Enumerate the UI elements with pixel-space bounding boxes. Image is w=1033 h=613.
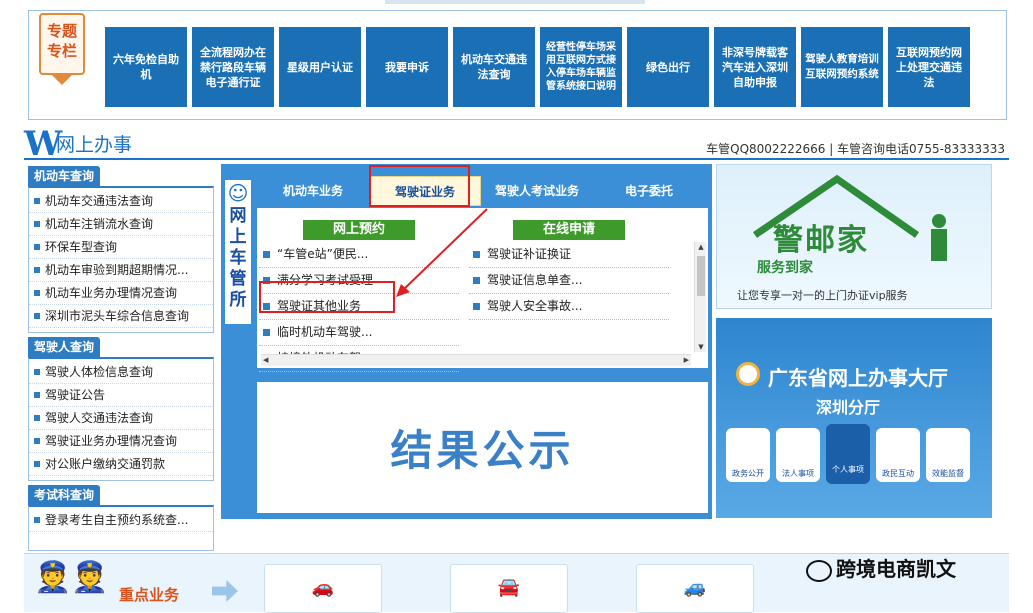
horizontal-scrollbar[interactable]: ◀ ▶ [261,354,691,366]
tile-non-shenzhen-vehicle-declaration[interactable]: 非深号牌载客汽车进入深圳自助申报 [714,27,796,107]
vehicle-query-group: 机动车查询 机动车交通违法查询 机动车注销流水查询 环保车型查询 机动车审验到期… [28,166,214,333]
sidebar-item[interactable]: 机动车审验到期超期情况... [29,259,213,282]
vehicle-query-list: 机动车交通违法查询 机动车注销流水查询 环保车型查询 机动车审验到期超期情况..… [28,186,214,333]
scroll-up-icon[interactable]: ▲ [696,242,706,252]
vertical-char: 网 [229,206,247,226]
legal-person-icon[interactable]: 法人事项 [776,428,820,482]
list-item[interactable]: 驾驶证补证换证 [469,242,669,268]
banner-caption: 让您专享一对一的上门办证vip服务 [737,289,908,302]
vertical-scrollbar[interactable]: ▲ ▼ [694,242,706,352]
scroll-left-icon[interactable]: ◀ [263,356,268,364]
special-tiles: 六年免检自助机 全流程网办在禁行路段车辆电子通行证 星级用户认证 我要申诉 机动… [105,27,970,107]
red-car-icon: 🚗 [311,577,335,598]
business-tabs: 机动车业务 驾驶证业务 驾驶人考试业务 电子委托 [257,176,705,206]
online-dmv-vertical-title: ☺ 网 上 车 管 所 [223,178,253,326]
scroll-down-icon[interactable]: ▼ [696,342,706,352]
police-mail-home-banner[interactable]: 警邮家 服务到家 让您专享一对一的上门办证vip服务 [716,164,992,309]
tab-e-authorization[interactable]: 电子委托 [593,176,705,206]
list-item[interactable]: “车管e站”便民... [259,242,459,268]
sidebar-item[interactable]: 机动车交通违法查询 [29,190,213,213]
wechat-icon [806,559,832,582]
tile-six-year-exemption[interactable]: 六年免检自助机 [105,27,187,107]
scroll-thumb[interactable] [697,256,705,296]
sidebar-item[interactable]: 机动车业务办理情况查询 [29,282,213,305]
special-column-panel: 专题 专栏 六年免检自助机 全流程网办在禁行路段车辆电子通行证 星级用户认证 我要… [28,10,1007,120]
list-item[interactable]: 驾驶证信息单查... [469,268,669,294]
tile-restricted-road-pass[interactable]: 全流程网办在禁行路段车辆电子通行证 [192,27,274,107]
result-announcement-box[interactable]: 结果公示 [257,382,708,513]
sidebar-item[interactable]: 深圳市泥头车综合信息查询 [29,305,213,328]
banner-subtitle: 深圳分厅 [816,398,881,417]
car-service-tile[interactable]: 🚙 [636,564,754,613]
arrow-right-icon [212,580,238,602]
sidebar-item[interactable]: 登录考生自主预约系统查... [29,509,213,532]
group-title: 机动车查询 [28,166,100,186]
left-sidebar: 机动车查询 机动车交通违法查询 机动车注销流水查询 环保车型查询 机动车审验到期… [28,166,214,555]
driver-query-list: 驾驶人体检信息查询 驾驶证公告 驾驶人交通违法查询 驾驶证业务办理情况查询 对公… [28,357,214,481]
tile-parking-api-spec[interactable]: 经营性停车场采用互联网方式接入停车场车辆监管系统接口说明 [540,27,622,107]
online-booking-header: 网上预约 [303,220,415,240]
blue-car-icon: 🚙 [683,577,707,598]
section-title: 网上办事 [56,134,133,156]
wechat-watermark: 跨境电商凯文 [806,553,956,582]
banner-title: 警邮家 [773,223,869,258]
driver-query-group: 驾驶人查询 驾驶人体检信息查询 驾驶证公告 驾驶人交通违法查询 驾驶证业务办理情… [28,337,214,481]
online-application-list: 驾驶证补证换证 驾驶证信息单查... 驾驶人安全事故... [469,242,669,320]
banner-subtitle: 服务到家 [757,260,813,276]
group-title: 驾驶人查询 [28,337,100,357]
sidebar-item[interactable]: 环保车型查询 [29,236,213,259]
exam-query-list: 登录考生自主预约系统查... [28,505,214,551]
personal-matters-icon[interactable]: 个人事项 [826,424,870,484]
result-announcement-text: 结果公示 [390,426,575,475]
annotation-highlight-item [259,281,395,313]
annotation-highlight-tab [369,165,470,207]
guangdong-online-hall-banner[interactable]: 广东省网上办事大厅 深圳分厅 政务公开 法人事项 个人事项 政民互动 效能监督 [716,318,992,518]
vertical-char: 上 [229,227,247,247]
top-divider [385,0,645,4]
gov-emblem-icon [736,362,760,386]
contact-info: 车管QQ8002222666 | 车管咨询电话0755-83333333 [706,142,1005,156]
sidebar-item[interactable]: 驾驶人交通违法查询 [29,407,213,430]
tile-driver-training-booking[interactable]: 驾驶人教育培训互联网预约系统 [801,27,883,107]
tile-star-user-auth[interactable]: 星级用户认证 [279,27,361,107]
tile-green-travel[interactable]: 绿色出行 [627,27,709,107]
scroll-right-icon[interactable]: ▶ [684,356,689,364]
tab-driver-exam-business[interactable]: 驾驶人考试业务 [481,176,593,206]
service-icons: 政务公开 法人事项 个人事项 政民互动 效能监督 [726,424,970,484]
online-dmv-panel: ☺ 网 上 车 管 所 机动车业务 驾驶证业务 驾驶人考试业务 电子委托 网上预… [221,164,712,519]
sidebar-item[interactable]: 机动车注销流水查询 [29,213,213,236]
header-underline [24,158,1009,160]
tab-vehicle-business[interactable]: 机动车业务 [257,176,369,206]
group-title: 考试科查询 [28,485,100,505]
sidebar-item[interactable]: 对公账户缴纳交通罚款 [29,453,213,476]
car-service-tile[interactable]: 🚘 [450,564,568,613]
online-services-header: W 网上办事 车管QQ8002222666 | 车管咨询电话0755-83333… [24,126,1009,162]
banner-title: 广东省网上办事大厅 [768,366,948,390]
list-item[interactable]: 驾驶人安全事故... [469,294,669,320]
special-column-label: 专题 专栏 [39,13,85,75]
gov-affairs-icon[interactable]: 政务公开 [726,428,770,482]
online-application-header: 在线申请 [513,220,625,240]
tile-vehicle-violation-query[interactable]: 机动车交通违法查询 [453,27,535,107]
sidebar-item[interactable]: 驾驶证业务办理情况查询 [29,430,213,453]
vertical-char: 管 [229,269,247,289]
sidebar-item[interactable]: 驾驶人体检信息查询 [29,361,213,384]
list-item[interactable]: 临时机动车驾驶... [259,320,459,346]
watermark-text: 跨境电商凯文 [836,557,956,581]
tile-appeal[interactable]: 我要申诉 [366,27,448,107]
white-car-icon: 🚘 [497,577,521,598]
police-mascot-icon: 👮👮 [34,560,109,595]
exam-query-group: 考试科查询 登录考生自主预约系统查... [28,485,214,551]
sidebar-item[interactable]: 驾驶证公告 [29,384,213,407]
key-business-title: 重点业务 [119,586,180,604]
supervision-icon[interactable]: 效能监督 [926,428,970,482]
vertical-char: 所 [229,290,247,310]
vertical-char: 车 [229,248,247,268]
interaction-icon[interactable]: 政民互动 [876,428,920,482]
tile-online-violation-booking[interactable]: 互联网预约网上处理交通违法 [888,27,970,107]
person-icon: ☺ [227,181,249,205]
car-service-tile[interactable]: 🚗 [264,564,382,613]
